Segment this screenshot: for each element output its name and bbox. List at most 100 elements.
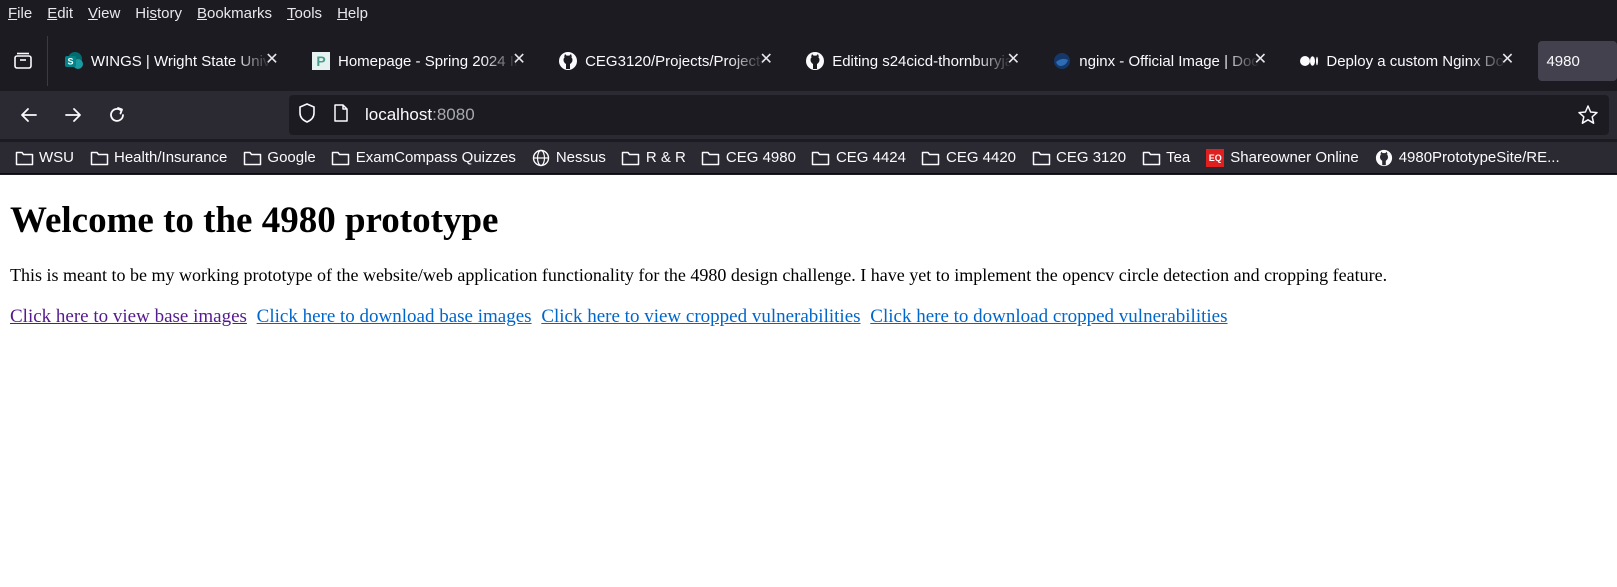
tab-list-button[interactable]	[0, 41, 47, 81]
download-cropped-vulnerabilities-link[interactable]: Click here to download cropped vulnerabi…	[870, 306, 1227, 327]
view-cropped-vulnerabilities-link[interactable]: Click here to view cropped vulnerabiliti…	[541, 306, 860, 327]
url-text[interactable]: localhost:8080	[365, 105, 475, 125]
tab-title: Deploy a custom Nginx Docker	[1326, 52, 1506, 70]
tab-deploy-nginx[interactable]: Deploy a custom Nginx Docker ✕	[1291, 41, 1521, 81]
folder-icon	[811, 149, 831, 167]
globe-icon	[531, 149, 551, 167]
pilot-icon: P	[311, 51, 331, 71]
medium-icon	[1299, 51, 1319, 71]
close-tab-icon[interactable]: ✕	[1499, 51, 1515, 69]
bookmark-label: Health/Insurance	[114, 149, 228, 166]
forward-button[interactable]	[58, 100, 88, 130]
shield-icon[interactable]	[297, 102, 319, 129]
bookmark-label: CEG 4980	[725, 149, 796, 166]
bookmark-label: Google	[267, 149, 316, 166]
tab-title: Editing s24cicd-thornburyja	[832, 52, 1013, 70]
close-tab-icon[interactable]: ✕	[758, 51, 774, 69]
menu-file[interactable]: File	[8, 5, 32, 22]
folder-icon	[1031, 149, 1051, 167]
close-tab-icon[interactable]: ✕	[511, 51, 527, 69]
eq-badge: EQ	[1206, 148, 1225, 167]
tab-wings[interactable]: S WINGS | Wright State University ✕	[56, 41, 286, 81]
download-base-images-link[interactable]: Click here to download base images	[257, 306, 532, 327]
tab-separator	[46, 36, 48, 86]
bookmark-item[interactable]: 4980PrototypeSite/RE...	[1374, 149, 1560, 167]
bookmark-item[interactable]: CEG 3120	[1031, 149, 1126, 167]
bookmark-label: Shareowner Online	[1230, 149, 1359, 166]
page-info-icon[interactable]	[333, 103, 351, 128]
page-paragraph: This is meant to be my working prototype…	[10, 264, 1388, 285]
navigation-bar: localhost:8080	[0, 91, 1617, 139]
close-tab-icon[interactable]: ✕	[1252, 51, 1268, 69]
tab-title: 4980	[1546, 52, 1580, 70]
view-base-images-link[interactable]: Click here to view base images	[10, 306, 247, 327]
folder-icon	[331, 149, 351, 167]
menu-bar: File Edit View History Bookmarks Tools H…	[0, 0, 383, 26]
folder-icon	[14, 149, 34, 167]
tab-4980-active[interactable]: 4980	[1538, 41, 1617, 81]
svg-text:S: S	[67, 57, 73, 67]
bookmark-item[interactable]: Google	[242, 149, 316, 167]
tab-bar: S WINGS | Wright State University ✕ P Ho…	[0, 36, 1617, 86]
back-button[interactable]	[14, 100, 44, 130]
bookmark-label: CEG 3120	[1056, 149, 1127, 166]
tab-list-icon	[14, 52, 33, 69]
sharepoint-icon: S	[64, 51, 84, 71]
github-icon	[558, 51, 578, 71]
tab-title: WINGS | Wright State University	[90, 52, 271, 70]
close-tab-icon[interactable]: ✕	[264, 51, 280, 69]
bookmark-label: Nessus	[555, 149, 606, 166]
url-bar[interactable]: localhost:8080	[289, 95, 1609, 135]
reload-icon	[110, 107, 124, 122]
bookmark-label: CEG 4424	[835, 149, 906, 166]
close-tab-icon[interactable]: ✕	[1005, 51, 1021, 69]
bookmark-label: CEG 4420	[945, 149, 1017, 166]
github-icon	[1374, 149, 1394, 167]
svg-text:P: P	[316, 53, 325, 69]
bookmark-label: ExamCompass Quizzes	[355, 149, 516, 166]
bookmark-item[interactable]: CEG 4980	[701, 149, 796, 167]
bookmark-item[interactable]: CEG 4420	[921, 149, 1016, 167]
tab-title: nginx - Official Image | Docker	[1079, 52, 1259, 70]
bookmark-item[interactable]: CEG 4424	[811, 149, 906, 167]
tab-ceg3120[interactable]: CEG3120/Projects/Project4 ✕	[550, 41, 780, 81]
bookmark-item[interactable]: Nessus	[531, 149, 606, 167]
back-arrow-icon	[21, 108, 37, 122]
bookmark-item[interactable]: EQ Shareowner Online	[1205, 148, 1359, 167]
tab-title: Homepage - Spring 2024 In	[338, 52, 518, 70]
page-content: Welcome to the 4980 prototype This is me…	[10, 175, 1607, 328]
menu-view[interactable]: View	[88, 5, 120, 22]
menu-tools[interactable]: Tools	[287, 5, 322, 22]
bookmark-label: 4980PrototypeSite/RE...	[1398, 149, 1560, 166]
bookmark-item[interactable]: WSU	[14, 149, 74, 167]
bookmark-label: Tea	[1166, 149, 1191, 166]
bookmarks-toolbar: WSU Health/Insurance Google ExamCompass Qui…	[0, 142, 1617, 174]
browser-chrome: File Edit View History Bookmarks Tools H…	[0, 0, 1617, 175]
eq-icon: EQ	[1205, 148, 1225, 167]
bookmark-label: WSU	[39, 149, 74, 166]
forward-arrow-icon	[65, 108, 81, 122]
page-heading: Welcome to the 4980 prototype	[10, 200, 499, 241]
bookmark-star-icon[interactable]	[1577, 104, 1599, 131]
reload-button[interactable]	[102, 100, 132, 130]
tab-nginx[interactable]: nginx - Official Image | Docker ✕	[1044, 41, 1274, 81]
menu-bookmarks[interactable]: Bookmarks	[197, 5, 272, 22]
bookmark-item[interactable]: R & R	[621, 149, 686, 167]
tab-editing[interactable]: Editing s24cicd-thornburyja ✕	[797, 41, 1027, 81]
menu-history[interactable]: History	[135, 5, 182, 22]
bookmark-item[interactable]: Tea	[1141, 149, 1190, 167]
menu-help[interactable]: Help	[337, 5, 368, 22]
bookmark-label: R & R	[645, 149, 686, 166]
bookmark-item[interactable]: Health/Insurance	[89, 149, 227, 167]
tab-homepage[interactable]: P Homepage - Spring 2024 In ✕	[303, 41, 533, 81]
folder-icon	[89, 149, 109, 167]
folder-icon	[701, 149, 721, 167]
menu-edit[interactable]: Edit	[47, 5, 73, 22]
folder-icon	[621, 149, 641, 167]
docker-icon	[1052, 51, 1072, 71]
github-icon	[805, 51, 825, 71]
folder-icon	[242, 149, 262, 167]
links-row: Click here to view base images Click her…	[10, 306, 1607, 328]
bookmark-item[interactable]: ExamCompass Quizzes	[331, 149, 516, 167]
folder-icon	[921, 149, 941, 167]
